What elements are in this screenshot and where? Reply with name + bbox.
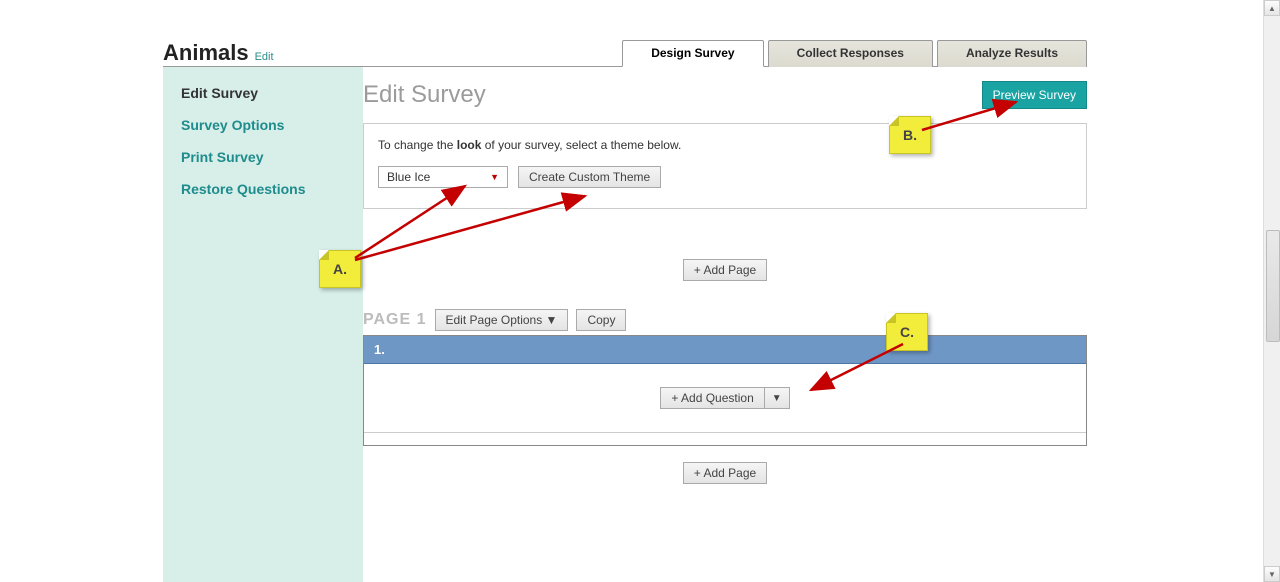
page-label: PAGE 1 bbox=[363, 311, 427, 329]
annotation-note-c: C. bbox=[886, 313, 928, 351]
add-question-split-button: + Add Question ▼ bbox=[660, 387, 789, 409]
tab-bar: Design Survey Collect Responses Analyze … bbox=[622, 39, 1087, 66]
vertical-scrollbar[interactable]: ▲ ▼ bbox=[1263, 0, 1280, 582]
survey-title: Animals bbox=[163, 40, 249, 66]
title-area: Animals Edit bbox=[163, 40, 274, 66]
sidebar-item-print-survey[interactable]: Print Survey bbox=[181, 149, 349, 165]
theme-instruction-post: of your survey, select a theme below. bbox=[481, 138, 681, 152]
edit-title-link[interactable]: Edit bbox=[255, 51, 274, 63]
main-panel: Edit Survey Preview Survey To change the… bbox=[363, 67, 1087, 582]
annotation-note-b: B. bbox=[889, 116, 931, 154]
page-block: PAGE 1 Edit Page Options ▼ Copy 1. + Add… bbox=[363, 309, 1087, 446]
sidebar-item-edit-survey[interactable]: Edit Survey bbox=[181, 85, 349, 101]
add-page-button-top[interactable]: + Add Page bbox=[683, 259, 767, 281]
page-container: 1. + Add Question ▼ bbox=[363, 335, 1087, 446]
scrollbar-thumb[interactable] bbox=[1266, 230, 1280, 342]
theme-box: To change the look of your survey, selec… bbox=[363, 123, 1087, 209]
add-question-button[interactable]: + Add Question bbox=[660, 387, 763, 409]
add-page-row-top: + Add Page bbox=[363, 259, 1087, 281]
header-row: Animals Edit Design Survey Collect Respo… bbox=[163, 40, 1087, 67]
annotation-note-a: A. bbox=[319, 250, 361, 288]
sidebar-item-restore-questions[interactable]: Restore Questions bbox=[181, 181, 349, 197]
app-content: Animals Edit Design Survey Collect Respo… bbox=[163, 40, 1087, 582]
page-container-footer bbox=[364, 433, 1086, 445]
body-row: Edit Survey Survey Options Print Survey … bbox=[163, 67, 1087, 582]
add-page-button-bottom[interactable]: + Add Page bbox=[683, 462, 767, 484]
tab-analyze-results[interactable]: Analyze Results bbox=[937, 40, 1087, 67]
preview-survey-button[interactable]: Preview Survey bbox=[982, 81, 1087, 109]
theme-row: Blue Ice ▼ Create Custom Theme bbox=[378, 166, 1072, 188]
copy-page-button[interactable]: Copy bbox=[576, 309, 626, 331]
scrollbar-down-button[interactable]: ▼ bbox=[1264, 566, 1280, 582]
add-page-row-bottom: + Add Page bbox=[363, 462, 1087, 484]
page-heading: Edit Survey bbox=[363, 81, 486, 109]
question-number: 1. bbox=[374, 342, 385, 357]
sidebar-item-survey-options[interactable]: Survey Options bbox=[181, 117, 349, 133]
question-body: + Add Question ▼ bbox=[364, 364, 1086, 433]
sidebar: Edit Survey Survey Options Print Survey … bbox=[163, 67, 363, 582]
question-header-bar: 1. bbox=[364, 336, 1086, 364]
theme-select-value: Blue Ice bbox=[387, 170, 430, 184]
theme-instruction: To change the look of your survey, selec… bbox=[378, 138, 1072, 152]
add-question-dropdown-button[interactable]: ▼ bbox=[764, 387, 790, 409]
scrollbar-up-button[interactable]: ▲ bbox=[1264, 0, 1280, 16]
page-label-row: PAGE 1 Edit Page Options ▼ Copy bbox=[363, 309, 1087, 331]
tab-design-survey[interactable]: Design Survey bbox=[622, 40, 763, 67]
edit-page-options-button[interactable]: Edit Page Options ▼ bbox=[435, 309, 569, 331]
theme-instruction-bold: look bbox=[457, 138, 482, 152]
tab-collect-responses[interactable]: Collect Responses bbox=[768, 40, 933, 67]
theme-select[interactable]: Blue Ice ▼ bbox=[378, 166, 508, 188]
theme-instruction-pre: To change the bbox=[378, 138, 457, 152]
chevron-down-icon: ▼ bbox=[490, 172, 499, 182]
app-canvas: Animals Edit Design Survey Collect Respo… bbox=[0, 0, 1280, 582]
create-custom-theme-button[interactable]: Create Custom Theme bbox=[518, 166, 661, 188]
page-header: Edit Survey Preview Survey bbox=[363, 81, 1087, 109]
